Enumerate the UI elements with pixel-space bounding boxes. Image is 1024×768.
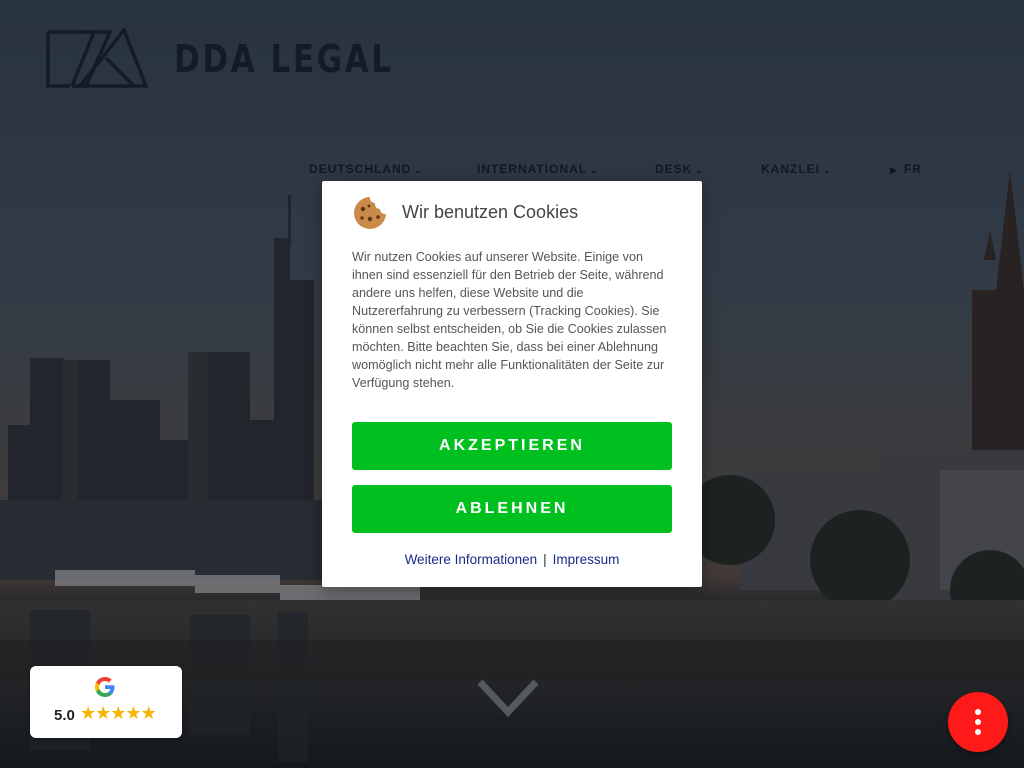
cookie-dialog-links: Weitere Informationen | Impressum (322, 552, 702, 567)
cookie-consent-dialog: Wir benutzen Cookies Wir nutzen Cookies … (322, 181, 702, 587)
more-info-link[interactable]: Weitere Informationen (405, 552, 538, 567)
decline-cookies-button[interactable]: ABLEHNEN (352, 485, 672, 533)
cookie-dialog-title: Wir benutzen Cookies (402, 201, 579, 222)
imprint-link[interactable]: Impressum (553, 552, 620, 567)
cookie-modal-overlay: Wir benutzen Cookies Wir nutzen Cookies … (0, 0, 1024, 768)
cookie-icon (354, 197, 386, 229)
link-separator: | (543, 552, 547, 567)
cookie-dialog-text: Wir nutzen Cookies auf unserer Website. … (352, 250, 667, 390)
accept-cookies-button[interactable]: AKZEPTIEREN (352, 422, 672, 470)
cookie-dialog-header: Wir benutzen Cookies (352, 195, 578, 229)
